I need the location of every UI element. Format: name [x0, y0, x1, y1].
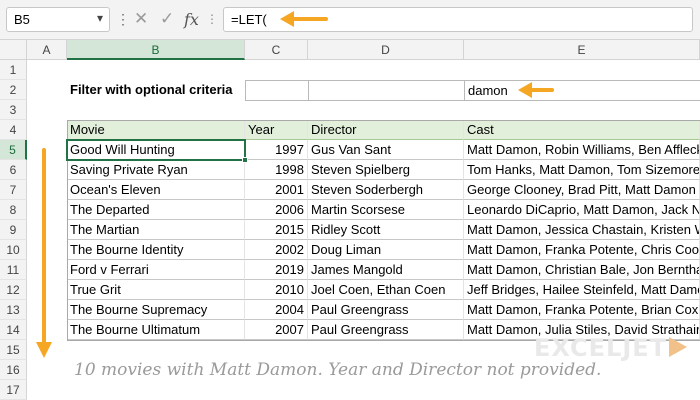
row-header[interactable]: 8: [0, 200, 27, 220]
row-header[interactable]: 2: [0, 80, 27, 100]
header-movie[interactable]: Movie: [67, 120, 245, 140]
cell-year[interactable]: 2006: [245, 200, 308, 220]
criteria-cast-input[interactable]: damon: [464, 80, 700, 101]
row-header[interactable]: 4: [0, 120, 27, 140]
cell-year[interactable]: 2019: [245, 260, 308, 280]
cell-director[interactable]: Martin Scorsese: [308, 200, 464, 220]
cell-director[interactable]: Steven Soderbergh: [308, 180, 464, 200]
formula-input[interactable]: =LET(: [223, 7, 693, 32]
cell-movie[interactable]: Good Will Hunting: [67, 140, 245, 160]
row-header[interactable]: 7: [0, 180, 27, 200]
criteria-year-input[interactable]: [245, 80, 309, 101]
cell-director[interactable]: Doug Liman: [308, 240, 464, 260]
caption-note: 10 movies with Matt Damon. Year and Dire…: [74, 360, 602, 380]
cell-movie[interactable]: Ocean's Eleven: [67, 180, 245, 200]
cell-director[interactable]: Paul Greengrass: [308, 320, 464, 340]
cell-year[interactable]: 1998: [245, 160, 308, 180]
column-header-b[interactable]: B: [67, 40, 245, 60]
cell-director[interactable]: Joel Coen, Ethan Coen: [308, 280, 464, 300]
row-header[interactable]: 12: [0, 280, 27, 300]
formula-bar: B5 ▾ ⋮ ✕ ✓ fx ⋮ =LET(: [0, 0, 700, 40]
cell-director[interactable]: James Mangold: [308, 260, 464, 280]
cell-year[interactable]: 1997: [245, 140, 308, 160]
insert-function-icon[interactable]: fx: [184, 10, 199, 29]
cell-cast[interactable]: Matt Damon, Robin Williams, Ben Affleck: [464, 140, 700, 160]
select-all-corner[interactable]: [0, 40, 27, 60]
cell-cast[interactable]: Matt Damon, Christian Bale, Jon Bernthal: [464, 260, 700, 280]
cell-cast[interactable]: Matt Damon, Jessica Chastain, Kristen Wi…: [464, 220, 700, 240]
cell-director[interactable]: Ridley Scott: [308, 220, 464, 240]
row-header[interactable]: 10: [0, 240, 27, 260]
cell-cast[interactable]: Jeff Bridges, Hailee Steinfeld, Matt Dam…: [464, 280, 700, 300]
row-header[interactable]: 9: [0, 220, 27, 240]
row-header[interactable]: 17: [0, 380, 27, 400]
row-header[interactable]: 6: [0, 160, 27, 180]
cell-cast[interactable]: Leonardo DiCaprio, Matt Damon, Jack Nich…: [464, 200, 700, 220]
cell-movie[interactable]: Ford v Ferrari: [67, 260, 245, 280]
cell-year[interactable]: 2015: [245, 220, 308, 240]
sheet-title: Filter with optional criteria: [70, 82, 233, 97]
cell-movie[interactable]: The Bourne Supremacy: [67, 300, 245, 320]
row-header[interactable]: 16: [0, 360, 27, 380]
row-header[interactable]: 1: [0, 60, 27, 80]
cell-director[interactable]: Steven Spielberg: [308, 160, 464, 180]
cell-year[interactable]: 2007: [245, 320, 308, 340]
logo-mark-icon: [669, 337, 688, 357]
name-box[interactable]: B5 ▾: [6, 7, 110, 32]
cell-director[interactable]: Gus Van Sant: [308, 140, 464, 160]
cell-cast[interactable]: Matt Damon, Franka Potente, Brian Cox: [464, 300, 700, 320]
row-header[interactable]: 14: [0, 320, 27, 340]
cell-year[interactable]: 2001: [245, 180, 308, 200]
cell-cast[interactable]: Matt Damon, Franka Potente, Chris Cooper: [464, 240, 700, 260]
cell-director[interactable]: Paul Greengrass: [308, 300, 464, 320]
row-header[interactable]: 15: [0, 340, 27, 360]
row-header[interactable]: 5: [0, 140, 27, 160]
formula-buttons: ✕ ✓ fx ⋮: [128, 7, 218, 32]
formula-text: =LET(: [231, 12, 267, 27]
row-header[interactable]: 3: [0, 100, 27, 120]
cell-movie[interactable]: The Departed: [67, 200, 245, 220]
name-box-value: B5: [14, 12, 30, 27]
cancel-icon[interactable]: ✕: [134, 9, 148, 29]
exceljet-logo: EXCELJET: [534, 334, 688, 362]
header-year[interactable]: Year: [245, 120, 308, 140]
row-header[interactable]: 13: [0, 300, 27, 320]
column-header-c[interactable]: C: [245, 40, 308, 60]
row-header[interactable]: 11: [0, 260, 27, 280]
cell-year[interactable]: 2002: [245, 240, 308, 260]
criteria-director-input[interactable]: [308, 80, 465, 101]
cell-movie[interactable]: The Bourne Ultimatum: [67, 320, 245, 340]
column-header-e[interactable]: E: [464, 40, 700, 60]
cell-cast[interactable]: Tom Hanks, Matt Damon, Tom Sizemore: [464, 160, 700, 180]
header-cast[interactable]: Cast: [464, 120, 700, 140]
cell-cast[interactable]: George Clooney, Brad Pitt, Matt Damon: [464, 180, 700, 200]
cell-movie[interactable]: The Martian: [67, 220, 245, 240]
enter-icon[interactable]: ✓: [160, 9, 174, 29]
name-box-dropdown-icon[interactable]: ▾: [97, 11, 103, 25]
cell-movie[interactable]: The Bourne Identity: [67, 240, 245, 260]
cell-movie[interactable]: Saving Private Ryan: [67, 160, 245, 180]
cell-movie[interactable]: True Grit: [67, 280, 245, 300]
column-header-a[interactable]: A: [27, 40, 67, 60]
column-header-d[interactable]: D: [308, 40, 464, 60]
formula-bar-dropdown-icon[interactable]: ⋮: [206, 12, 218, 26]
cell-year[interactable]: 2004: [245, 300, 308, 320]
cell-year[interactable]: 2010: [245, 280, 308, 300]
header-director[interactable]: Director: [308, 120, 464, 140]
logo-text: EXCELJET: [534, 334, 668, 362]
